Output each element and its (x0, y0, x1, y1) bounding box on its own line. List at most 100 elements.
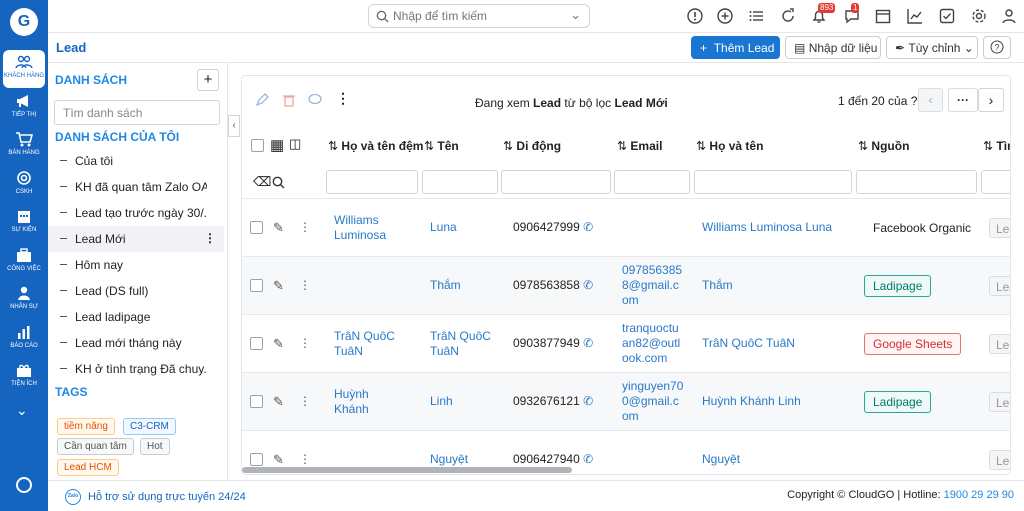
clear-filter-icon[interactable]: ⌫ (253, 174, 271, 190)
add-list-button[interactable]: + (197, 69, 219, 91)
mobile-number[interactable]: 0978563858 (513, 278, 580, 292)
global-search[interactable]: ⌄ (368, 4, 590, 28)
column-layout-icon[interactable]: ◫ (289, 136, 301, 152)
cell-first-name[interactable]: Nguyệt (430, 452, 498, 467)
rail-item-3[interactable]: CSKH (3, 166, 45, 204)
add-circle-icon[interactable] (716, 7, 734, 25)
column-header[interactable]: ⇅ Email (617, 139, 662, 153)
list-item[interactable]: Lead mới tháng này (48, 330, 224, 356)
tag-chip[interactable]: tiềm năng (57, 418, 115, 435)
list-more-icon[interactable]: ⋮ (204, 231, 216, 245)
tag-chip[interactable]: Lead HCM (57, 459, 119, 476)
rail-item-6[interactable]: Nhân sự (3, 281, 45, 319)
cell-first-name[interactable]: Linh (430, 394, 498, 409)
clock-icon[interactable] (16, 477, 32, 493)
mobile-number[interactable]: 0903877949 (513, 336, 580, 350)
collapse-panel-icon[interactable]: ‹ (228, 115, 240, 137)
list-item[interactable]: Hôm nay (48, 252, 224, 278)
column-header[interactable]: ⇅ Di động (503, 139, 561, 153)
import-data-button[interactable]: ▤ Nhập dữ liệu (785, 36, 881, 59)
filter-extra[interactable] (981, 170, 1010, 194)
row-more-icon[interactable]: ⋮ (299, 452, 311, 466)
filter-search-icon[interactable] (272, 176, 285, 189)
phone-icon[interactable]: ✆ (583, 220, 593, 234)
filter-full-name[interactable] (694, 170, 852, 194)
horizontal-scrollbar[interactable] (242, 467, 572, 473)
column-header[interactable]: ⇅ Họ và tên đệm (328, 139, 423, 153)
support-link[interactable]: Hỗ trợ sử dụng trực tuyến 24/24 (88, 491, 246, 503)
table-row[interactable]: ✎ ⋮ Williams Luminosa Luna 0906427999 ✆ Willi… (242, 198, 1010, 256)
column-header[interactable]: ⇅ Nguồn (858, 139, 909, 153)
calendar-icon[interactable] (874, 7, 892, 25)
phone-icon[interactable]: ✆ (583, 452, 593, 466)
table-row[interactable]: ✎ ⋮ TrâN QuôC TuâN TrâN QuôC TuâN 0903877949… (242, 314, 1010, 372)
list-item[interactable]: KH ở tình trạng Đã chuy... (48, 356, 224, 382)
table-row[interactable]: ✎ ⋮ Huỳnh Khánh Linh 0932676121 ✆ yinguyen700… (242, 372, 1010, 430)
row-checkbox[interactable] (250, 221, 263, 234)
settings-icon[interactable] (970, 7, 988, 25)
cell-first-name[interactable]: Luna (430, 220, 498, 235)
user-profile-icon[interactable] (1000, 7, 1018, 25)
rail-item-0[interactable]: Khách hàng (3, 50, 45, 88)
cell-middle-name[interactable]: Williams Luminosa (334, 213, 406, 243)
hotline-link[interactable]: 1900 29 29 90 (944, 489, 1014, 501)
total-count-unknown[interactable]: ? (911, 94, 918, 108)
info-icon[interactable] (686, 7, 704, 25)
chat-icon[interactable]: 1 (843, 3, 861, 25)
cell-middle-name[interactable]: TrâN QuôC TuâN (334, 329, 406, 359)
list-icon[interactable] (748, 7, 766, 25)
row-more-icon[interactable]: ⋮ (299, 394, 311, 408)
rail-item-8[interactable]: Tiện ích (3, 358, 45, 396)
phone-icon[interactable]: ✆ (583, 394, 593, 408)
row-checkbox[interactable] (250, 337, 263, 350)
list-search-input[interactable]: Tìm danh sách (54, 100, 220, 125)
edit-row-icon[interactable]: ✎ (273, 452, 284, 468)
rail-item-4[interactable]: Sự kiện (3, 204, 45, 242)
help-button[interactable]: ? (983, 36, 1011, 59)
app-logo[interactable]: G (10, 8, 38, 36)
list-item[interactable]: Lead (DS full) (48, 278, 224, 304)
add-lead-button[interactable]: + Thêm Lead (691, 36, 780, 59)
cell-middle-name[interactable]: Huỳnh Khánh (334, 387, 406, 417)
cell-email[interactable]: tranquoctuan82@outlook.com (622, 321, 684, 366)
row-checkbox[interactable] (250, 395, 263, 408)
list-item[interactable]: Lead Mới ⋮ (48, 226, 224, 252)
phone-icon[interactable]: ✆ (583, 278, 593, 292)
list-item[interactable]: KH đã quan tâm Zalo OA (48, 174, 224, 200)
cell-email[interactable]: yinguyen700@gmail.com (622, 379, 684, 424)
cell-full-name[interactable]: Nguyệt (702, 452, 740, 467)
cell-full-name[interactable]: Huỳnh Khánh Linh (702, 394, 801, 409)
cell-full-name[interactable]: Williams Luminosa Luna (702, 220, 832, 235)
rail-item-7[interactable]: Báo cáo (3, 320, 45, 358)
column-settings-icon[interactable]: ▦ (270, 136, 284, 154)
edit-row-icon[interactable]: ✎ (273, 278, 284, 294)
mobile-number[interactable]: 0906427940 (513, 452, 580, 466)
filter-middle-name[interactable] (326, 170, 418, 194)
list-item[interactable]: Lead tạo trước ngày 30/... (48, 200, 224, 226)
row-checkbox[interactable] (250, 279, 263, 292)
more-actions-icon[interactable]: ⋮ (336, 90, 350, 107)
column-header[interactable]: ⇅ Họ và tên (696, 139, 763, 153)
row-more-icon[interactable]: ⋮ (299, 278, 311, 292)
list-item[interactable]: Của tôi (48, 148, 224, 174)
chevron-down-icon[interactable]: ⌄ (570, 7, 581, 23)
filter-mobile[interactable] (501, 170, 611, 194)
search-input[interactable] (393, 9, 563, 23)
cell-full-name[interactable]: TrâN QuôC TuâN (702, 336, 795, 351)
select-all-checkbox[interactable] (251, 139, 264, 152)
delete-icon[interactable] (279, 90, 299, 110)
refresh-icon[interactable] (779, 7, 797, 25)
task-check-icon[interactable] (938, 7, 956, 25)
report-chart-icon[interactable] (906, 7, 924, 25)
list-item[interactable]: Lead ladipage (48, 304, 224, 330)
cell-email[interactable]: 0978563858@gmail.com (622, 263, 684, 308)
row-more-icon[interactable]: ⋮ (299, 336, 311, 350)
filter-first-name[interactable] (422, 170, 498, 194)
column-header[interactable]: ⇅ Tìn (983, 139, 1010, 153)
next-page-button[interactable]: › (978, 88, 1004, 112)
expand-rail-icon[interactable]: ⌄ (16, 402, 28, 419)
zalo-icon[interactable]: Zalo (65, 489, 81, 505)
edit-row-icon[interactable]: ✎ (273, 394, 284, 410)
cell-first-name[interactable]: TrâN QuôC TuâN (430, 329, 498, 359)
column-header[interactable]: ⇅ Tên (424, 139, 459, 153)
